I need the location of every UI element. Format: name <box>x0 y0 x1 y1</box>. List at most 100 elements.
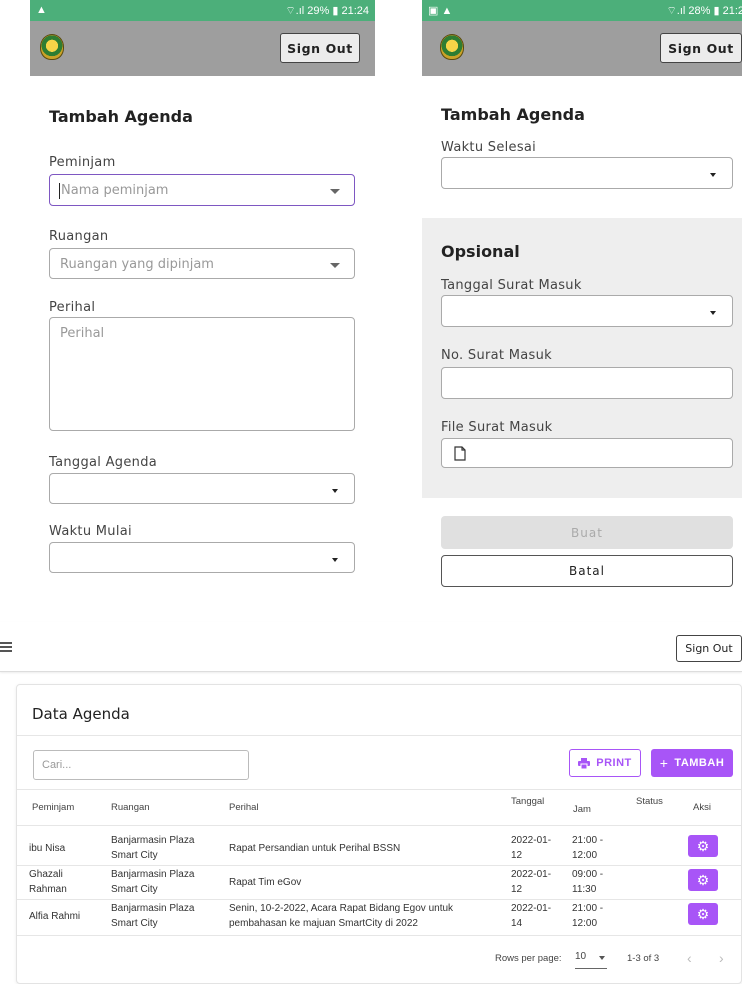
divider <box>17 935 741 936</box>
sign-out-button[interactable]: Sign Out <box>676 635 742 662</box>
next-page-icon[interactable]: › <box>719 950 724 966</box>
caret-down-icon <box>599 956 605 960</box>
tanggal-surat-masuk-label: Tanggal Surat Masuk <box>441 278 582 293</box>
dropdown-arrow-icon <box>710 311 716 315</box>
print-button[interactable]: PRINT <box>569 749 641 777</box>
print-label: PRINT <box>596 757 632 769</box>
settings-button[interactable]: ⚙ <box>688 869 718 891</box>
dropdown-arrow-icon <box>332 558 338 562</box>
cell-perihal: Rapat Tim eGov <box>229 877 302 888</box>
top-bar: Sign Out <box>0 622 742 672</box>
buat-button[interactable]: Buat <box>441 516 733 549</box>
cell-peminjam: Alfia Rahmi <box>29 911 81 922</box>
status-bar: ▲ ⌔.ıl 29% ▮ 21:24 <box>30 0 375 21</box>
column-header-aksi: Aksi <box>693 802 711 813</box>
waktu-mulai-select[interactable] <box>49 542 355 573</box>
cell-ruangan: Banjarmasin Plaza Smart City <box>111 903 195 929</box>
page-title: Data Agenda <box>32 705 130 723</box>
settings-button[interactable]: ⚙ <box>688 835 718 857</box>
status-bar: ▣ ▲ ⌔.ıl 28% ▮ 21:2 <box>422 0 742 21</box>
notification-icons: ▲ <box>36 4 47 16</box>
app-bar: Sign Out <box>30 21 375 76</box>
search-placeholder: Cari... <box>42 759 72 771</box>
dropdown-arrow-icon <box>332 489 338 493</box>
column-header-tanggal[interactable]: Tanggal <box>511 796 544 807</box>
peminjam-select[interactable]: Nama peminjam <box>49 174 355 206</box>
divider <box>17 825 741 826</box>
batal-button[interactable]: Batal <box>441 555 733 587</box>
ruangan-label: Ruangan <box>49 229 109 244</box>
perihal-placeholder: Perihal <box>60 326 105 341</box>
tambah-label: TAMBAH <box>674 757 725 769</box>
menu-icon[interactable] <box>0 642 12 652</box>
column-header-status[interactable]: Status <box>636 796 663 807</box>
cell-peminjam: ibu Nisa <box>29 843 66 854</box>
form-title: Tambah Agenda <box>441 105 585 124</box>
form-title: Tambah Agenda <box>49 107 193 126</box>
cell-jam: 21:00 -12:00 <box>572 835 604 861</box>
notification-icons: ▣ ▲ <box>428 5 453 17</box>
column-header-jam[interactable]: Jam <box>573 804 591 815</box>
ruangan-select[interactable]: Ruangan yang dipinjam <box>49 248 355 279</box>
no-surat-masuk-input[interactable] <box>441 367 733 399</box>
perihal-textarea[interactable]: Perihal <box>49 317 355 431</box>
app-bar: Sign Out <box>422 21 742 76</box>
waktu-selesai-label: Waktu Selesai <box>441 140 537 155</box>
cell-tanggal: 2022-01- 12 <box>511 835 552 861</box>
status-indicators: ⌔.ıl 29% ▮ 21:24 <box>285 5 369 17</box>
file-surat-masuk-input[interactable] <box>441 438 733 468</box>
cell-tanggal: 2022-01- 12 <box>511 869 552 895</box>
tanggal-agenda-select[interactable] <box>49 473 355 504</box>
chevron-down-icon <box>330 263 340 268</box>
file-surat-masuk-label: File Surat Masuk <box>441 420 553 435</box>
no-surat-masuk-label: No. Surat Masuk <box>441 348 552 363</box>
cell-jam: 21:00 -12:00 <box>572 903 604 929</box>
cell-ruangan: Banjarmasin Plaza Smart City <box>111 835 195 861</box>
ruangan-placeholder: Ruangan yang dipinjam <box>60 257 214 272</box>
cell-tanggal: 2022-01- 14 <box>511 903 552 929</box>
peminjam-label: Peminjam <box>49 155 116 170</box>
cell-perihal: Rapat Persandian untuk Perihal BSSN <box>229 843 401 854</box>
rows-per-page-select[interactable]: 10 <box>575 951 607 969</box>
sign-out-button[interactable]: Sign Out <box>660 33 742 63</box>
prev-page-icon[interactable]: ‹ <box>687 950 692 966</box>
data-agenda-card: Data Agenda Cari... PRINT + TAMBAH Pemin… <box>16 684 742 984</box>
phone-screen-right: ▣ ▲ ⌔.ıl 28% ▮ 21:2 Sign Out Tambah Agen… <box>422 0 742 590</box>
settings-button[interactable]: ⚙ <box>688 903 718 925</box>
chevron-down-icon <box>330 189 340 194</box>
waktu-selesai-select[interactable] <box>441 157 733 189</box>
cell-jam: 09:00 -11:30 <box>572 869 604 895</box>
waktu-mulai-label: Waktu Mulai <box>49 524 132 539</box>
divider <box>17 865 741 866</box>
column-header-peminjam[interactable]: Peminjam <box>32 802 74 813</box>
desktop-screen: Sign Out Data Agenda Cari... PRINT + TAM… <box>0 622 742 984</box>
phone-screen-left: ▲ ⌔.ıl 29% ▮ 21:24 Sign Out Tambah Agend… <box>30 0 375 590</box>
plus-icon: + <box>659 755 669 771</box>
divider <box>17 789 741 790</box>
sign-out-button[interactable]: Sign Out <box>280 33 360 63</box>
search-input[interactable]: Cari... <box>33 750 249 780</box>
perihal-label: Perihal <box>49 300 96 315</box>
file-icon <box>454 446 466 461</box>
peminjam-placeholder: Nama peminjam <box>61 183 169 198</box>
status-indicators: ⌔.ıl 28% ▮ 21:2 <box>666 5 742 17</box>
column-header-perihal[interactable]: Perihal <box>229 802 259 813</box>
tanggal-surat-masuk-select[interactable] <box>441 295 733 327</box>
rows-per-page-label: Rows per page: <box>495 953 562 964</box>
city-emblem-logo <box>440 34 464 60</box>
tambah-button[interactable]: + TAMBAH <box>651 749 733 777</box>
divider <box>17 899 741 900</box>
gear-icon: ⚙ <box>696 905 710 922</box>
column-header-ruangan[interactable]: Ruangan <box>111 802 150 813</box>
divider <box>17 735 741 736</box>
dropdown-arrow-icon <box>710 173 716 177</box>
opsional-title: Opsional <box>441 242 520 261</box>
printer-icon <box>578 757 591 769</box>
form-card: Tambah Agenda Peminjam Nama peminjam Rua… <box>30 84 375 590</box>
opsional-section: Opsional Tanggal Surat Masuk No. Surat M… <box>422 218 742 498</box>
rows-per-page-value: 10 <box>575 951 587 962</box>
cell-peminjam: Ghazali Rahman <box>29 869 67 895</box>
tanggal-agenda-label: Tanggal Agenda <box>49 455 158 470</box>
gear-icon: ⚙ <box>696 837 710 854</box>
gear-icon: ⚙ <box>696 871 710 888</box>
